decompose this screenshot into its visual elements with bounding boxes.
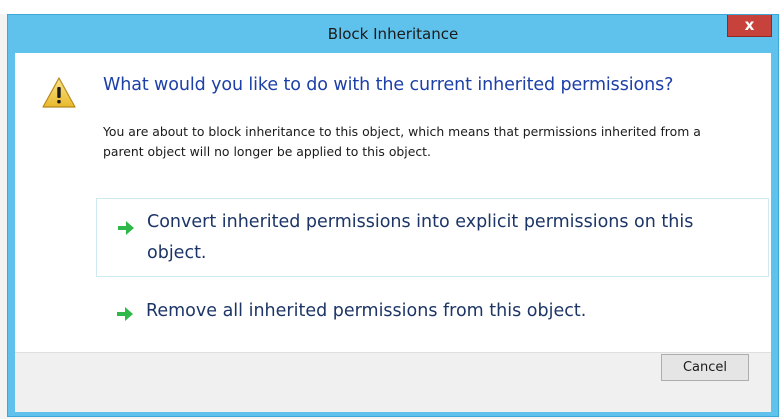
convert-permissions-option[interactable]: Convert inherited permissions into expli… [96, 198, 769, 277]
dialog-content: What would you like to do with the curre… [15, 53, 771, 352]
green-arrow-icon [117, 307, 133, 321]
dialog-title: Block Inheritance [327, 25, 459, 43]
title-bar[interactable]: Block Inheritance x [8, 15, 778, 53]
close-button[interactable]: x [727, 15, 772, 37]
close-icon: x [744, 16, 755, 34]
remove-permissions-option[interactable]: Remove all inherited permissions from th… [96, 291, 769, 335]
convert-permissions-label: Convert inherited permissions into expli… [147, 212, 694, 263]
description-text: You are about to block inheritance to th… [103, 124, 701, 159]
background-window-strip [0, 0, 780, 14]
cancel-button[interactable]: Cancel [661, 354, 749, 381]
main-instruction: What would you like to do with the curre… [103, 75, 674, 95]
dialog-footer [15, 352, 771, 412]
warning-icon [42, 77, 76, 108]
green-arrow-icon [118, 221, 134, 235]
remove-permissions-label: Remove all inherited permissions from th… [146, 301, 587, 321]
